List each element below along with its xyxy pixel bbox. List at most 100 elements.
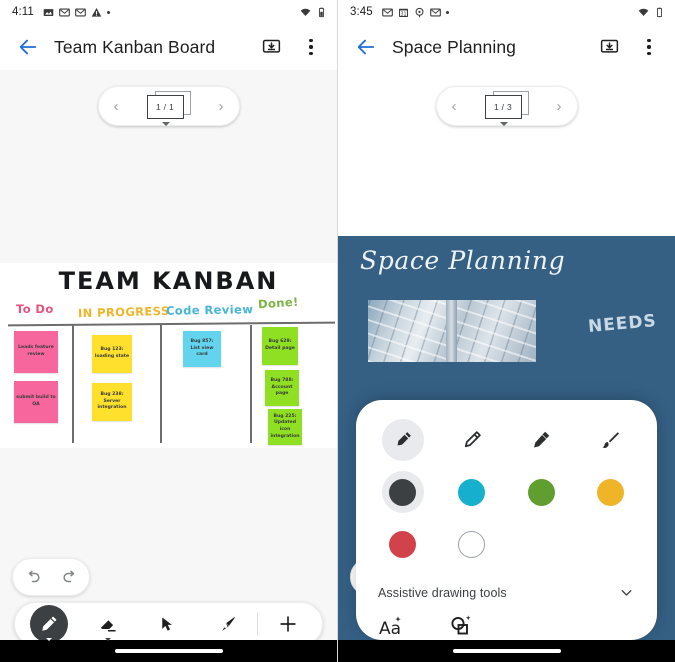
- mail-icon: [59, 8, 70, 16]
- wifi-icon: [638, 8, 649, 16]
- color-swatch: [389, 478, 417, 506]
- system-nav-bar: [0, 640, 337, 662]
- sticky-note[interactable]: Bug 238: Server integration: [92, 383, 132, 421]
- svg-text:Aa: Aa: [379, 619, 401, 639]
- pen-options-caret-icon[interactable]: [45, 638, 52, 641]
- eraser-icon: [101, 620, 117, 632]
- status-system-icons: [638, 7, 665, 18]
- color-slot-empty: [576, 518, 645, 570]
- board-vertical-rule: [250, 325, 252, 443]
- cast-button[interactable]: [589, 27, 629, 67]
- color-slot-empty: [507, 518, 576, 570]
- overflow-menu-button[interactable]: [291, 27, 331, 67]
- warning-icon: [91, 7, 102, 17]
- page-title: Space Planning: [392, 36, 516, 57]
- ceiling-photo[interactable]: [368, 300, 536, 362]
- pen-settings-sheet: Assistive drawing tools Aa: [356, 400, 657, 653]
- overflow-menu-button[interactable]: [629, 27, 669, 67]
- column-header-done: Done!: [257, 294, 300, 312]
- mail-icon: [381, 8, 393, 16]
- back-arrow-icon: [357, 39, 375, 55]
- column-header-in-progress: IN PROGRESS: [77, 303, 170, 321]
- status-time: 4:11: [12, 6, 34, 18]
- board-heading: Space Planning: [360, 246, 566, 275]
- pen-icon: [42, 615, 57, 631]
- status-time: 3:45: [350, 6, 373, 18]
- sticky-note[interactable]: Bug 225: Updated icon integration: [268, 409, 302, 445]
- page-expand-caret-icon: [499, 122, 508, 126]
- phone-screen-kanban: 4:11 Team Kanban Board ‹ 1 / 1 › TEAM KA…: [0, 0, 338, 662]
- pen-thin-button[interactable]: [368, 414, 437, 466]
- cast-icon: [262, 39, 280, 53]
- whiteboard-canvas[interactable]: ‹ 1 / 1 › TEAM KANBAN To Do IN PROGRESS …: [0, 70, 337, 662]
- page-prev-button[interactable]: ‹: [449, 99, 460, 114]
- board-horizontal-rule: [7, 321, 336, 327]
- page-indicator[interactable]: 1 / 3: [484, 91, 529, 126]
- svg-text:31: 31: [400, 11, 406, 17]
- board-vertical-rule: [72, 325, 74, 443]
- battery-icon: [656, 7, 663, 17]
- board-vertical-rule: [160, 325, 162, 443]
- sticky-note[interactable]: Bug 629: Detail page: [262, 327, 298, 365]
- more-vert-icon: [647, 38, 651, 56]
- back-arrow-icon: [19, 39, 37, 55]
- mail-icon: [429, 8, 441, 16]
- chevron-down-icon[interactable]: [618, 584, 635, 601]
- page-indicator[interactable]: 1 / 1: [146, 91, 191, 126]
- page-navigator: ‹ 1 / 3 ›: [435, 86, 578, 126]
- marker-icon: [534, 431, 550, 448]
- pen-medium-button[interactable]: [437, 414, 506, 466]
- page-expand-caret-icon: [161, 122, 170, 126]
- battery-icon: [318, 7, 325, 17]
- mail-icon: [75, 8, 86, 16]
- brush-button[interactable]: [576, 414, 645, 466]
- sticky-note[interactable]: Leads feature review: [14, 331, 58, 373]
- page-next-button[interactable]: ›: [554, 99, 565, 114]
- color-green-button[interactable]: [507, 466, 576, 518]
- cast-button[interactable]: [251, 27, 291, 67]
- needs-annotation: NEEDS: [587, 311, 658, 337]
- pen-icon: [397, 432, 411, 446]
- page-next-button[interactable]: ›: [216, 99, 227, 114]
- column-header-todo: To Do: [16, 302, 54, 316]
- page-prev-button[interactable]: ‹: [111, 99, 122, 114]
- color-row-2: [356, 518, 657, 570]
- assistive-tools-row: Aa: [356, 607, 657, 639]
- color-yellow-button[interactable]: [576, 466, 645, 518]
- status-bar: 4:11: [0, 0, 337, 24]
- sticky-note[interactable]: Bug 788: Account page: [265, 370, 299, 406]
- home-gesture-handle[interactable]: [114, 649, 223, 653]
- eraser-options-caret-icon[interactable]: [105, 638, 112, 641]
- color-black-button[interactable]: [368, 466, 437, 518]
- sticky-note[interactable]: Bug 857: List view card: [183, 331, 221, 367]
- color-swatch: [596, 478, 624, 506]
- plus-icon: [280, 616, 296, 632]
- color-row-1: [356, 466, 657, 518]
- sticky-note[interactable]: submit build to QA: [14, 381, 58, 423]
- app-bar: Team Kanban Board: [0, 24, 337, 70]
- marker-button[interactable]: [507, 414, 576, 466]
- text-recognition-icon[interactable]: Aa: [378, 613, 404, 639]
- status-notification-icons: 31: [381, 7, 449, 18]
- assistive-tools-header[interactable]: Assistive drawing tools: [356, 574, 657, 607]
- redo-icon[interactable]: [61, 568, 80, 587]
- undo-icon[interactable]: [23, 568, 42, 587]
- more-vert-icon: [309, 38, 313, 56]
- photo-icon: [43, 8, 54, 16]
- color-red-button[interactable]: [368, 518, 437, 570]
- page-count-label: 1 / 1: [146, 95, 184, 119]
- color-cyan-button[interactable]: [437, 466, 506, 518]
- cast-icon: [600, 39, 618, 53]
- shape-recognition-icon[interactable]: [448, 613, 474, 639]
- assistive-tools-label: Assistive drawing tools: [378, 585, 507, 600]
- back-button[interactable]: [346, 27, 386, 67]
- back-button[interactable]: [8, 27, 48, 67]
- system-nav-bar: [338, 640, 675, 662]
- status-bar: 3:45 31: [338, 0, 675, 24]
- pen-type-row: [356, 414, 657, 466]
- whiteboard-canvas[interactable]: ‹ 1 / 3 › Space Planning NEEDS Assistive…: [338, 70, 675, 662]
- home-gesture-handle[interactable]: [452, 649, 561, 653]
- sticky-note[interactable]: Bug 123: loading state: [92, 335, 132, 373]
- color-white-button[interactable]: [437, 518, 506, 570]
- kanban-board-drawing[interactable]: TEAM KANBAN To Do IN PROGRESS Code Revie…: [0, 263, 337, 448]
